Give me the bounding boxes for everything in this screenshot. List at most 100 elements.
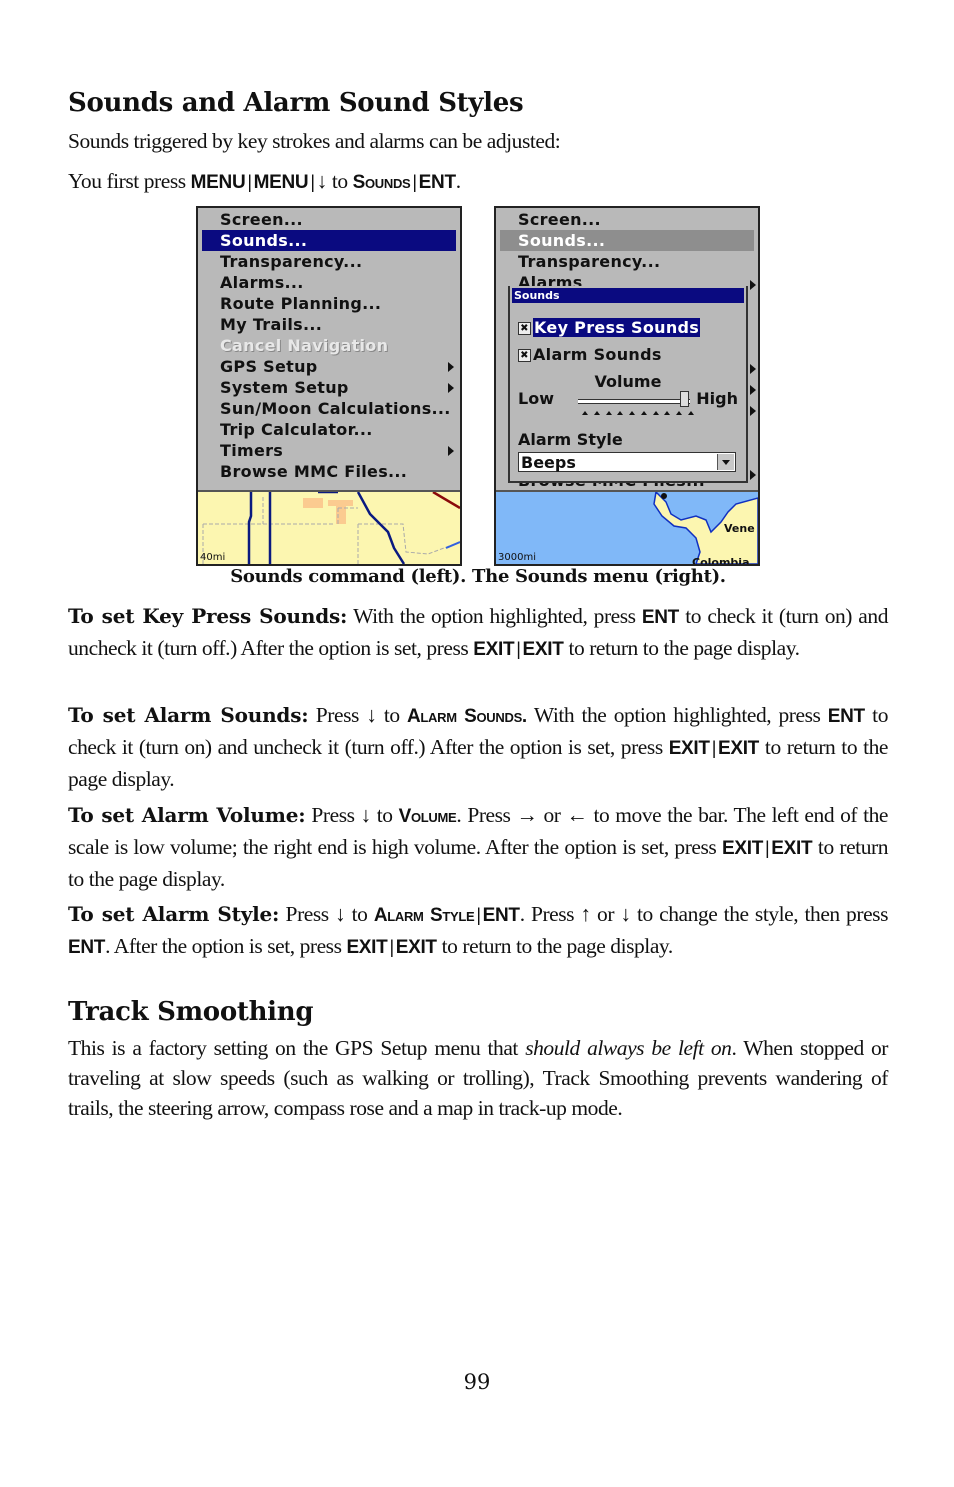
tick-mark [664,411,671,415]
tick-mark [617,411,624,415]
volume-slider-thumb[interactable] [680,391,690,407]
tick-mark [582,411,588,415]
key-press-sounds-option[interactable]: ✖ Key Press Sounds [518,318,701,338]
volume-low-label: Low [518,389,554,408]
key-exit: EXIT [473,639,515,660]
menu-item-transparency[interactable]: Transparency... [202,251,456,272]
menu-item-trip-calculator[interactable]: Trip Calculator... [202,419,456,440]
menu-item-label: Sounds... [518,231,606,250]
paragraph-track-smoothing: This is a factory setting on the GPS Set… [68,1033,888,1123]
menu-item-label: Route Planning... [220,294,382,313]
section-title-track-smoothing: Track Smoothing [68,997,314,1027]
paragraph-key-press-sounds: To set Key Press Sounds: With the option… [68,601,888,665]
key-menu: MENU [253,172,309,193]
main-menu: Screen... Sounds... Transparency... Alarms.… [198,208,460,492]
separator: | [247,172,252,192]
separator: | [412,172,417,192]
menu-item-label: Browse MMC Files... [220,462,408,481]
text: to return to the page display. [563,636,800,660]
alarm-style-select[interactable]: Beeps [518,452,736,472]
key-press-sounds-checkbox[interactable]: ✖ [518,322,531,335]
text: . [455,169,461,193]
menu-target: Volume [398,806,457,827]
text: to [326,169,353,193]
key-exit: EXIT [771,838,813,859]
dialog-title: Sounds [512,288,744,303]
section-title-sounds: Sounds and Alarm Sound Styles [68,88,524,118]
screenshot-sounds-command: Screen... Sounds... Transparency... Alarms.… [196,206,462,566]
menu-item-label: Transparency... [220,252,363,271]
map-label-venezuela: Vene [724,522,755,535]
menu-item-label: Sun/Moon Calculations... [220,399,451,418]
key-exit: EXIT [522,639,564,660]
menu-item-label: Alarms... [220,273,304,292]
key-exit: EXIT [395,937,437,958]
text: With the option highlighted, press [347,604,642,628]
alarm-style-value: Beeps [521,453,576,472]
separator: | [516,639,521,659]
menu-item-timers[interactable]: Timers [202,440,456,461]
menu-item-alarms[interactable]: Alarms... [202,272,456,293]
menu-item-label: Screen... [518,210,601,229]
page-number: 99 [463,1370,491,1394]
key-exit: EXIT [346,937,388,958]
menu-item-screen[interactable]: Screen... [202,209,456,230]
menu-item-cancel-navigation: Cancel Navigation [202,335,456,356]
menu-item-browse-mmc-files[interactable]: Browse MMC Files... [202,461,456,482]
text: With the option highlighted, press [526,703,828,727]
menu-item-label: GPS Setup [220,357,318,376]
dropdown-arrow-icon[interactable] [717,454,734,470]
tick-mark [652,411,659,415]
map-view: Vene Colombia 3000mi [496,490,758,564]
volume-slider-track[interactable] [578,399,690,404]
figure-caption: Sounds command (left). The Sounds menu (… [230,566,726,587]
menu-target: Alarm Style [373,905,475,926]
menu-item-label: Cancel Navigation [220,336,389,355]
text: You first press [68,169,191,193]
text: This is a factory setting on the GPS Set… [68,1036,526,1060]
tick-mark [687,411,694,415]
menu-item-label: Transparency... [518,252,661,271]
submenu-arrow-icon [750,470,756,480]
menu-item-sounds[interactable]: Sounds... [500,230,754,251]
text: to return to the page display. [436,934,674,958]
menu-item-my-trails[interactable]: My Trails... [202,314,456,335]
alarm-sounds-label: Alarm Sounds [533,345,662,364]
menu-item-transparency[interactable]: Transparency... [500,251,754,272]
menu-item-sounds[interactable]: Sounds... [202,230,456,251]
submenu-arrow-icon [448,383,454,393]
key-ent: ENT [482,905,520,926]
map-graphic [198,490,460,564]
menu-item-route-planning[interactable]: Route Planning... [202,293,456,314]
text: Press ↓ to [305,803,399,827]
separator: | [310,172,315,192]
first-press-instruction: You first press MENU | MENU |↓ to Sounds | EN… [68,166,888,198]
map-label-colombia: Colombia [692,556,750,564]
text: . After the option is set, press [105,934,347,958]
menu-item-label: Timers [220,441,284,460]
map-urban-area [303,498,323,508]
menu-item-label: System Setup [220,378,349,397]
menu-item-label: Screen... [220,210,303,229]
menu-item-screen[interactable]: Screen... [500,209,754,230]
menu-item-sun-moon-calculations[interactable]: Sun/Moon Calculations... [202,398,456,419]
alarm-sounds-checkbox[interactable]: ✖ [518,349,531,362]
menu-target-sounds: Sounds [352,172,411,193]
paragraph-alarm-sounds: To set Alarm Sounds: Press ↓ to Alarm So… [68,700,888,794]
paragraph-lead: To set Alarm Sounds: [68,703,309,727]
separator: | [389,937,394,957]
alarm-sounds-option[interactable]: ✖ Alarm Sounds [518,345,662,365]
key-ent: ENT [641,607,679,628]
map-view: 40mi [198,490,460,564]
menu-item-gps-setup[interactable]: GPS Setup [202,356,456,377]
key-ent: ENT [68,937,106,958]
intro-text: Sounds triggered by key strokes and alar… [68,129,561,153]
map-urban-area [328,500,353,506]
separator: | [765,838,770,858]
text: Press ↓ to [308,703,407,727]
menu-item-system-setup[interactable]: System Setup [202,377,456,398]
submenu-arrow-icon [448,362,454,372]
menu-target: Alarm Sounds. [406,706,527,727]
key-ent: ENT [418,172,456,193]
text: . Press ↑ or ↓ to change the style, then… [519,902,889,926]
